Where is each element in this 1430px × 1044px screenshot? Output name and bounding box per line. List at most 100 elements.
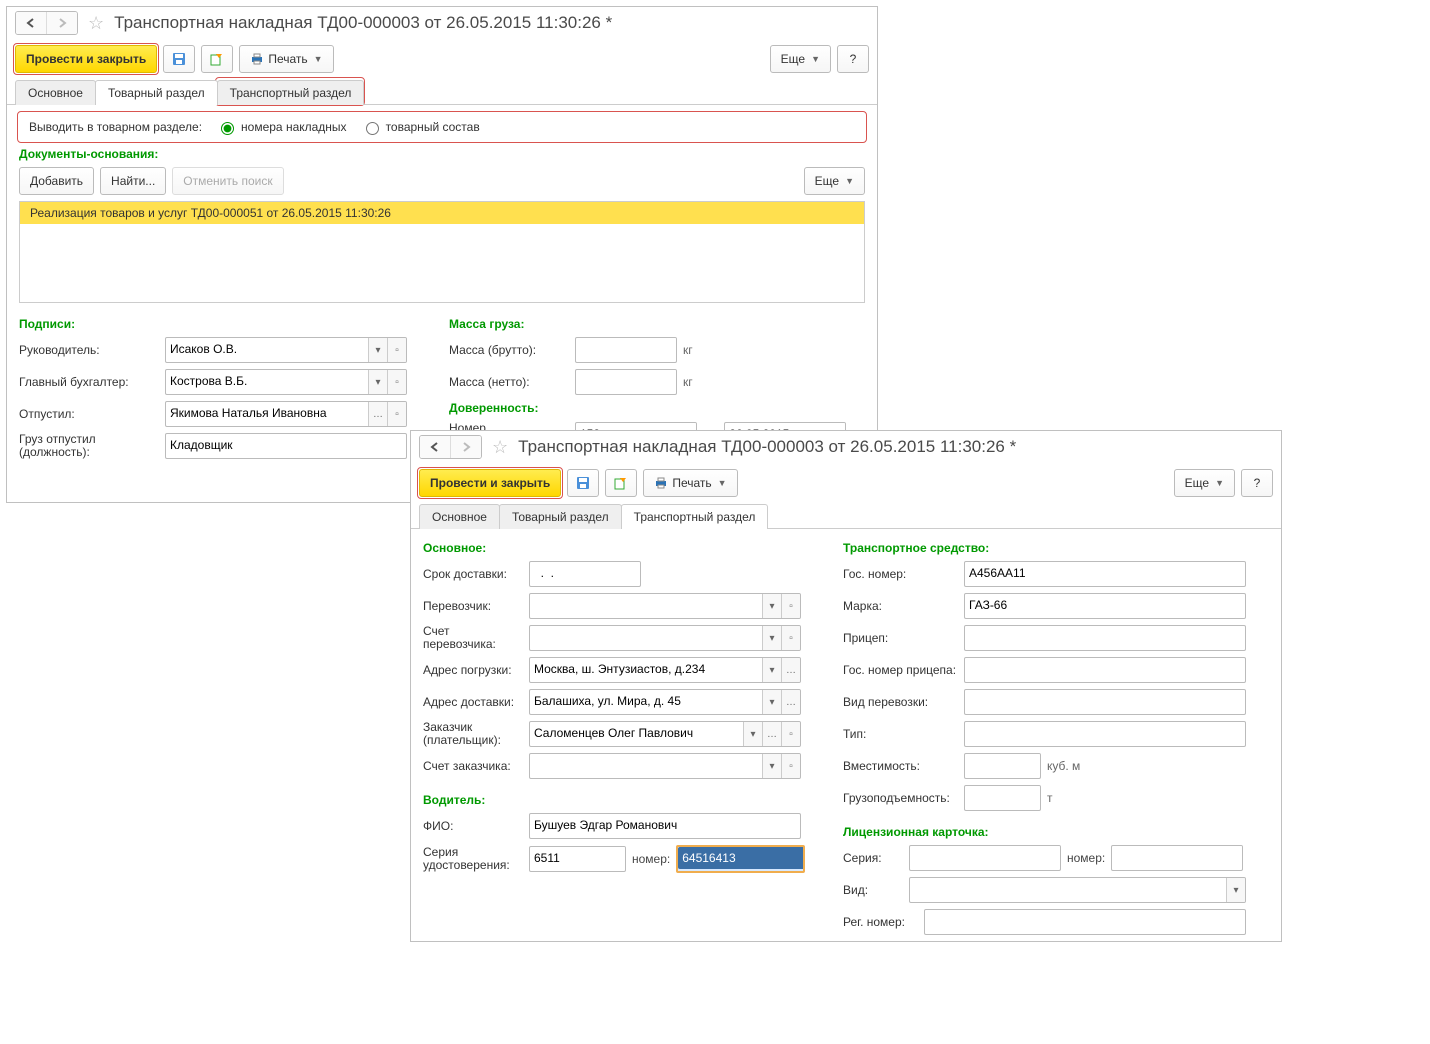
mass-net-field[interactable]: ▦ — [575, 369, 677, 395]
tab-goods[interactable]: Товарный раздел — [499, 504, 622, 529]
tabs2: Основное Товарный раздел Транспортный ра… — [411, 503, 1281, 529]
tab-content: Выводить в товарном разделе: номера накл… — [7, 105, 877, 473]
addr-load-field[interactable]: ▾… — [529, 657, 801, 683]
loadcap-field[interactable]: ▦ — [964, 785, 1041, 811]
tabs: Основное Товарный раздел Транспортный ра… — [7, 79, 877, 105]
gosnum-field[interactable] — [964, 561, 1246, 587]
mass-gross-field[interactable]: ▦ — [575, 337, 677, 363]
docs-toolbar: Добавить Найти... Отменить поиск Еще▼ — [19, 167, 865, 195]
cert-num-field[interactable] — [676, 845, 805, 873]
lbl-mass-gross: Масса (брутто): — [449, 343, 569, 357]
forward-button[interactable] — [451, 436, 481, 458]
released-field[interactable]: …▫ — [165, 401, 407, 427]
lbl-head: Руководитель: — [19, 343, 159, 357]
cust-acc-field[interactable]: ▾▫ — [529, 753, 801, 779]
lbl-trailer-num: Гос. номер прицепа: — [843, 663, 958, 677]
post-button[interactable] — [201, 45, 233, 73]
section-sign-title: Подписи: — [19, 317, 419, 331]
addr-del-field[interactable]: ▾… — [529, 689, 801, 715]
customer-field[interactable]: ▾…▫ — [529, 721, 801, 747]
lbl-released-pos: Груз отпустил (должность): — [19, 433, 159, 459]
radio-opt-numbers[interactable]: номера накладных — [216, 119, 347, 135]
lbl-cert-num: номер: — [632, 852, 670, 866]
lbl-trailer: Прицеп: — [843, 631, 958, 645]
type-field[interactable] — [964, 721, 1246, 747]
tab-transport[interactable]: Транспортный раздел — [217, 80, 365, 105]
table-row[interactable]: Реализация товаров и услуг ТД00-000051 о… — [20, 202, 864, 224]
head-field[interactable]: ▾▫ — [165, 337, 407, 363]
toolbar2: Провести и закрыть Печать▼ Еще▼ ? — [411, 463, 1281, 503]
more-button[interactable]: Еще▼ — [770, 45, 831, 73]
lic-num-field[interactable] — [1111, 845, 1243, 871]
lbl-lic-num: номер: — [1067, 851, 1105, 865]
acc-field[interactable]: ▾▫ — [165, 369, 407, 395]
capacity-field[interactable]: ▦ — [964, 753, 1041, 779]
sec-main-title: Основное: — [423, 541, 813, 555]
star-icon[interactable]: ☆ — [88, 13, 104, 34]
post-close-button[interactable]: Провести и закрыть — [15, 45, 157, 73]
marka-field[interactable] — [964, 593, 1246, 619]
tab-main[interactable]: Основное — [15, 80, 96, 105]
print-label: Печать — [268, 52, 307, 66]
lbl-deadline: Срок доставки: — [423, 567, 523, 581]
trailer-num-field[interactable] — [964, 657, 1246, 683]
lbl-capacity: Вместимость: — [843, 759, 958, 773]
sec-lic-title: Лицензионная карточка: — [843, 825, 1269, 839]
help-button[interactable]: ? — [1241, 469, 1273, 497]
section-mass-title: Масса груза: — [449, 317, 865, 331]
window-transport-section: ☆ Транспортная накладная ТД00-000003 от … — [410, 430, 1282, 942]
cancel-find-button[interactable]: Отменить поиск — [172, 167, 283, 195]
radio-row: Выводить в товарном разделе: номера накл… — [19, 113, 865, 141]
lbl-lic-ser: Серия: — [843, 851, 903, 865]
deadline-field[interactable]: 📅 — [529, 561, 641, 587]
help-button[interactable]: ? — [837, 45, 869, 73]
add-button[interactable]: Добавить — [19, 167, 94, 195]
page-title: Транспортная накладная ТД00-000003 от 26… — [518, 437, 1016, 457]
lbl-lic-reg: Рег. номер: — [843, 915, 918, 929]
titlebar: ☆ Транспортная накладная ТД00-000003 от … — [7, 7, 877, 39]
lic-kind-field[interactable]: ▾ — [909, 877, 1246, 903]
print-button[interactable]: Печать▼ — [643, 469, 737, 497]
radio-opt-goods[interactable]: товарный состав — [361, 119, 480, 135]
carrier-field[interactable]: ▾▫ — [529, 593, 801, 619]
tab-goods[interactable]: Товарный раздел — [95, 80, 218, 105]
print-button[interactable]: Печать▼ — [239, 45, 333, 73]
save-button[interactable] — [163, 45, 195, 73]
star-icon[interactable]: ☆ — [492, 437, 508, 458]
sec-vehicle-title: Транспортное средство: — [843, 541, 1269, 555]
open-icon: ▫ — [387, 338, 406, 362]
forward-button[interactable] — [47, 12, 77, 34]
lbl-customer: Заказчик (плательщик): — [423, 721, 523, 747]
docs-more-button[interactable]: Еще▼ — [804, 167, 865, 195]
more-button[interactable]: Еще▼ — [1174, 469, 1235, 497]
lbl-marka: Марка: — [843, 599, 958, 613]
lbl-addr-load: Адрес погрузки: — [423, 663, 523, 677]
section-dov-title: Доверенность: — [449, 401, 865, 415]
lic-ser-field[interactable] — [909, 845, 1061, 871]
back-button[interactable] — [16, 12, 47, 34]
lbl-carrier: Перевозчик: — [423, 599, 523, 613]
post-button[interactable] — [605, 469, 637, 497]
lbl-addr-del: Адрес доставки: — [423, 695, 523, 709]
post-close-button[interactable]: Провести и закрыть — [419, 469, 561, 497]
titlebar2: ☆ Транспортная накладная ТД00-000003 от … — [411, 431, 1281, 463]
lic-reg-field[interactable] — [924, 909, 1246, 935]
trailer-field[interactable] — [964, 625, 1246, 651]
toolbar: Провести и закрыть Печать▼ Еще▼ ? — [7, 39, 877, 79]
fio-field[interactable] — [529, 813, 801, 839]
window-goods-section: ☆ Транспортная накладная ТД00-000003 от … — [6, 6, 878, 503]
dropdown-icon: ▾ — [368, 338, 387, 362]
lbl-type: Тип: — [843, 727, 958, 741]
back-button[interactable] — [420, 436, 451, 458]
carrier-acc-field[interactable]: ▾▫ — [529, 625, 801, 651]
tab-content2: Основное: Срок доставки: 📅 Перевозчик: ▾… — [411, 529, 1281, 949]
released-pos-field[interactable] — [165, 433, 407, 459]
find-button[interactable]: Найти... — [100, 167, 166, 195]
tab-main[interactable]: Основное — [419, 504, 500, 529]
radio-label: Выводить в товарном разделе: — [29, 120, 202, 134]
docs-table[interactable]: Реализация товаров и услуг ТД00-000051 о… — [19, 201, 865, 303]
tab-transport[interactable]: Транспортный раздел — [621, 504, 769, 529]
cert-ser-field[interactable] — [529, 846, 626, 872]
trans-type-field[interactable] — [964, 689, 1246, 715]
save-button[interactable] — [567, 469, 599, 497]
